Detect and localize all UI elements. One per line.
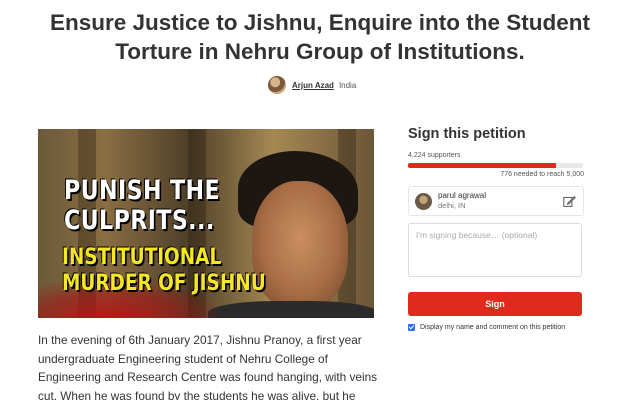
image-text-line-4: MURDER OF JISHNU [62,270,266,296]
sign-button[interactable]: Sign [408,292,582,316]
image-face [252,181,348,309]
display-name-checkbox[interactable] [408,324,415,331]
signer-info: parul agrawal delhi, IN [438,191,486,211]
display-name-row: Display my name and comment on this peti… [408,324,584,331]
supporters-progress-bar [408,163,583,168]
petition-description: In the evening of 6th January 2017, Jish… [38,333,378,400]
petition-image: PUNISH THE CULPRITS... INSTITUTIONAL MUR… [38,129,374,318]
signer-card: parul agrawal delhi, IN [408,186,584,216]
supporters-count: 4,224 supporters [408,152,461,159]
author-row: Arjun Azad India [268,75,356,95]
comment-textarea[interactable] [408,223,582,277]
progress-fill [408,163,556,168]
image-text-line-1: PUNISH THE [64,175,221,206]
signer-name: parul agrawal [438,191,487,200]
signer-avatar [415,192,432,210]
signer-location: delhi, IN [438,201,466,210]
petition-title-line-2: Torture in Nehru Group of Institutions. [115,39,525,64]
pencil-edit-icon[interactable] [563,195,576,208]
author-avatar [268,76,286,94]
sign-panel: Sign this petition 4,224 supporters 776 … [408,126,584,331]
display-name-label: Display my name and comment on this peti… [420,324,566,331]
sign-title: Sign this petition [408,126,526,142]
petition-title-line-1: Ensure Justice to Jishnu, Enquire into t… [49,10,591,35]
image-shirt [208,301,374,318]
image-text-line-3: INSTITUTIONAL [62,244,222,270]
image-text-line-2: CULPRITS... [64,205,215,236]
supporters-needed: 776 needed to reach 5,000 [500,171,584,178]
author-location: India [338,80,357,90]
author-name-link[interactable]: Arjun Azad [292,81,334,90]
petition-title: Ensure Justice to Jishnu, Enquire into t… [20,8,620,66]
